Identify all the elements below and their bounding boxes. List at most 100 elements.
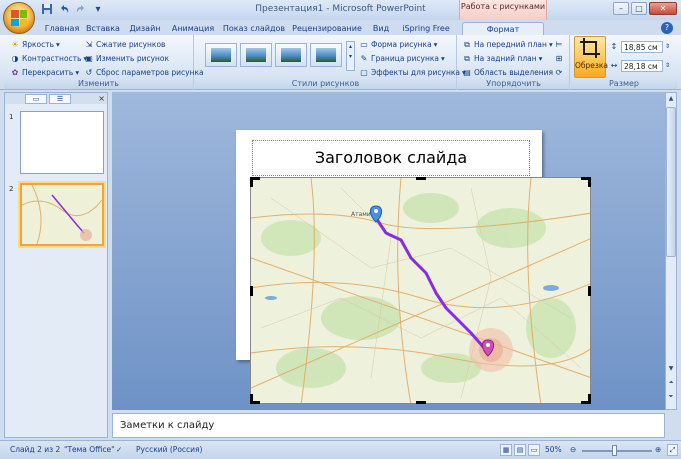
send-back-icon: ⧉ — [464, 53, 470, 63]
send-to-back-label: На задний план — [474, 54, 537, 63]
window-controls: – □ ✕ — [613, 2, 677, 15]
crop-icon — [580, 38, 600, 58]
crop-handle-left[interactable] — [250, 286, 253, 296]
crop-handle-tl-v[interactable] — [250, 177, 253, 187]
picture-border-button[interactable]: ✎ Граница рисунка ▾ — [359, 52, 445, 65]
context-tab-header: Работа с рисунками — [459, 0, 547, 22]
picture-shape-button[interactable]: ▭ Форма рисунка ▾ — [359, 38, 437, 51]
height-input[interactable]: 18,85 см — [621, 40, 663, 53]
sun-icon: ☀ — [11, 39, 19, 49]
notes-pane[interactable]: Заметки к слайду — [112, 413, 665, 438]
ribbon-tabs: Главная Вставка Дизайн Анимация Показ сл… — [0, 20, 681, 35]
slide-show-icon[interactable]: ▭ — [528, 444, 540, 456]
adjust-group: ☀ Яркость ▾ ◑ Контрастность ▾ ✿ Перекрасит… — [4, 35, 204, 90]
crop-handle-top[interactable] — [416, 177, 426, 180]
spellcheck-icon[interactable]: ✓ — [116, 445, 122, 454]
scroll-down-icon[interactable]: ▼ — [666, 363, 676, 374]
crop-handle-bl-v[interactable] — [250, 394, 253, 404]
previous-slide-icon[interactable]: ⏶ — [666, 377, 676, 388]
notes-placeholder: Заметки к слайду — [120, 420, 215, 431]
close-button[interactable]: ✕ — [649, 2, 677, 15]
tab-ispring[interactable]: iSpring Free — [402, 22, 450, 35]
map-picture[interactable]: Атами — [250, 177, 591, 404]
effects-icon: ▢ — [360, 67, 368, 77]
zoom-out-icon[interactable]: ⊖ — [570, 445, 576, 454]
brightness-button[interactable]: ☀ Яркость ▾ — [10, 38, 59, 51]
slide-thumbnail-1[interactable] — [20, 111, 104, 174]
tab-animation[interactable]: Анимация — [170, 22, 216, 35]
compress-icon: ⇲ — [85, 39, 93, 49]
close-pane-icon[interactable]: × — [98, 93, 105, 104]
crop-handle-tr-v[interactable] — [588, 177, 591, 187]
normal-view-icon[interactable]: ▦ — [500, 444, 512, 456]
slide-counter: Слайд 2 из 2 — [10, 445, 61, 454]
tab-insert[interactable]: Вставка — [86, 22, 120, 35]
crop-button[interactable]: Обрезка — [574, 36, 608, 78]
map-thumbnail-image — [21, 184, 103, 245]
tab-slide-show[interactable]: Показ слайдов — [222, 22, 286, 35]
bring-to-front-button[interactable]: ⧉ На передний план ▾ — [462, 38, 553, 51]
contrast-button[interactable]: ◑ Контрастность ▾ — [10, 52, 88, 65]
scroll-thumb[interactable] — [666, 107, 676, 257]
undo-icon[interactable] — [57, 3, 71, 17]
slides-tab[interactable]: ▭ — [25, 94, 47, 104]
align-icon: ⊨ — [555, 39, 563, 49]
change-picture-button[interactable]: ▣ Изменить рисунок — [84, 52, 169, 65]
outline-tab[interactable]: ☰ — [49, 94, 71, 104]
crop-handle-bottom[interactable] — [416, 401, 426, 404]
tab-design[interactable]: Дизайн — [128, 22, 162, 35]
tab-view[interactable]: Вид — [368, 22, 394, 35]
office-logo-icon — [11, 10, 27, 26]
picture-style-4[interactable] — [310, 43, 342, 67]
zoom-slider[interactable] — [582, 450, 652, 452]
map-city-label: Атами — [351, 211, 371, 218]
bring-front-icon: ⧉ — [464, 39, 470, 49]
slide-sorter-icon[interactable]: ▤ — [514, 444, 526, 456]
slides-pane: ▭ ☰ × 1 2 — [4, 92, 108, 438]
width-field: ↔ 28,18 см ⇕ — [610, 59, 671, 72]
help-icon[interactable]: ? — [661, 22, 673, 34]
scroll-up-icon[interactable]: ▲ — [666, 93, 676, 104]
maximize-button[interactable]: □ — [631, 2, 647, 15]
slide-thumbnail-2[interactable] — [20, 183, 104, 246]
align-button[interactable]: ⊨ — [554, 38, 564, 51]
slide-title[interactable]: Заголовок слайда — [252, 148, 530, 167]
tab-format[interactable]: Формат — [462, 22, 544, 35]
tab-home[interactable]: Главная — [40, 22, 84, 35]
language-indicator[interactable]: Русский (Россия) — [136, 445, 202, 454]
zoom-level[interactable]: 50% — [545, 445, 562, 454]
fit-to-window-icon[interactable]: ⤢ — [667, 444, 678, 456]
picture-border-label: Граница рисунка — [371, 54, 440, 63]
redo-icon[interactable] — [74, 3, 88, 17]
vertical-scrollbar[interactable]: ▲ ▼ ⏶ ⏷ — [665, 92, 677, 410]
height-icon: ↕ — [610, 41, 618, 51]
compress-pictures-button[interactable]: ⇲ Сжатие рисунков — [84, 38, 166, 51]
arrange-group: ⧉ На передний план ▾ ⧉ На задний план ▾ ▤ … — [458, 35, 570, 90]
next-slide-icon[interactable]: ⏷ — [666, 391, 676, 402]
minimize-button[interactable]: – — [613, 2, 629, 15]
group-icon: ⊞ — [555, 53, 563, 63]
office-button[interactable] — [3, 2, 35, 34]
crop-handle-right[interactable] — [588, 286, 591, 296]
picture-style-3[interactable] — [275, 43, 307, 67]
zoom-slider-knob[interactable] — [612, 445, 617, 456]
contrast-label: Контрастность — [22, 54, 82, 63]
crop-handle-br-v[interactable] — [588, 394, 591, 404]
picture-style-1[interactable] — [205, 43, 237, 67]
dropdown-icon[interactable]: ▾ — [91, 3, 105, 17]
picture-style-2[interactable] — [240, 43, 272, 67]
zoom-in-icon[interactable]: ⊕ — [655, 445, 661, 454]
gallery-more-button[interactable]: ▴ ▾ — [346, 41, 355, 71]
contrast-icon: ◑ — [11, 53, 19, 63]
tab-review[interactable]: Рецензирование — [292, 22, 362, 35]
bring-to-front-label: На передний план — [474, 40, 547, 49]
slide-number-1: 1 — [9, 113, 14, 121]
slide-number-2: 2 — [9, 185, 14, 193]
status-bar: Слайд 2 из 2 "Тема Office" ✓ Русский (Ро… — [0, 440, 681, 459]
save-icon[interactable] — [40, 3, 54, 17]
send-to-back-button[interactable]: ⧉ На задний план ▾ — [462, 52, 542, 65]
change-picture-label: Изменить рисунок — [96, 54, 170, 63]
picture-styles-group-label: Стили рисунков — [195, 78, 456, 89]
group-button[interactable]: ⊞ — [554, 52, 564, 65]
width-input[interactable]: 28,18 см — [621, 59, 663, 72]
